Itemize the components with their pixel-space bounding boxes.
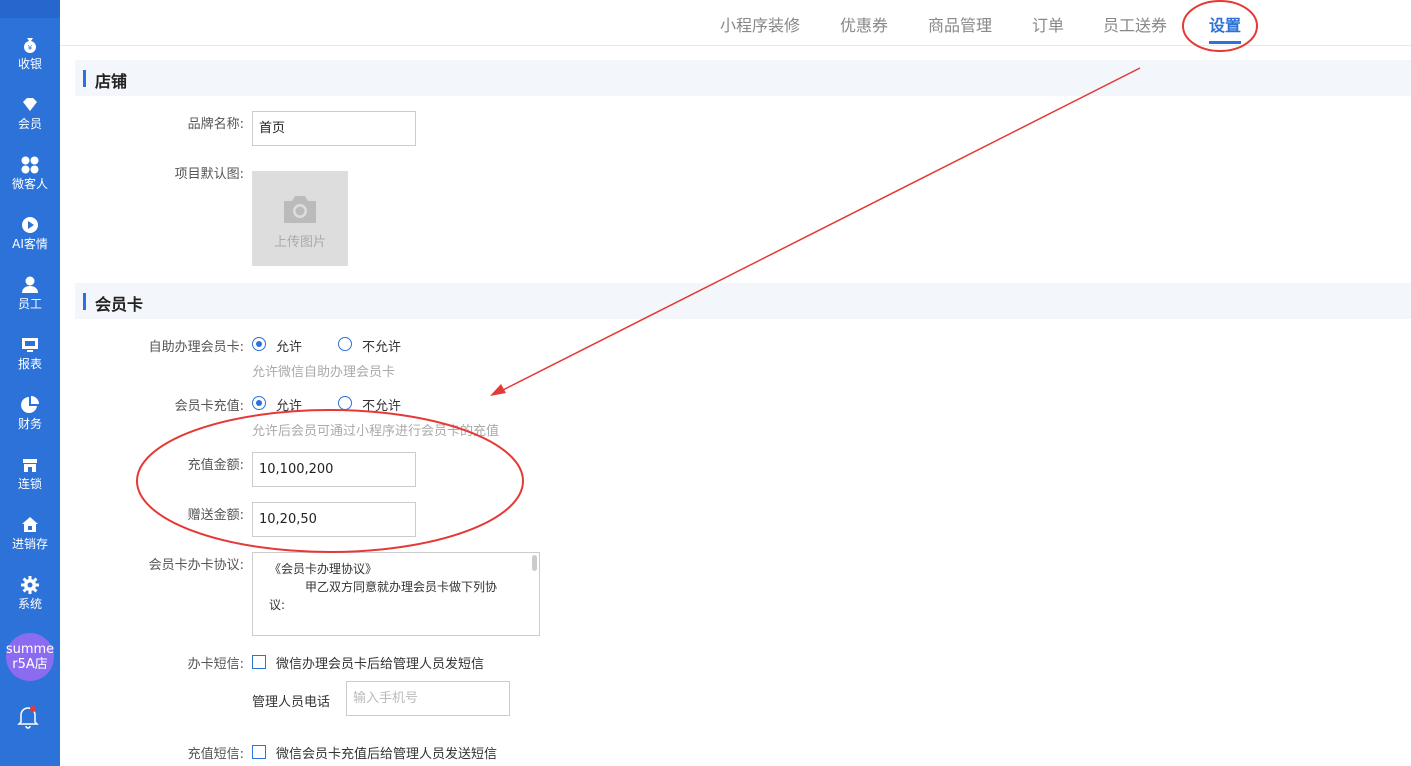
sidebar-item-chain[interactable]: 连锁	[0, 455, 60, 511]
sidebar-item-finance[interactable]: 财务	[0, 395, 60, 451]
brand-name-input[interactable]: 首页	[252, 111, 416, 146]
agreement-line: 议:	[269, 598, 286, 612]
camera-icon	[284, 196, 316, 223]
pie-chart-icon	[21, 396, 39, 413]
play-circle-icon	[22, 217, 38, 233]
grid-icon	[21, 156, 39, 174]
sidebar-item-inventory[interactable]: 进销存	[0, 515, 60, 571]
upload-image-text: 上传图片	[273, 235, 326, 250]
recharge-disallow-text[interactable]: 不允许	[362, 395, 401, 414]
section-accent-bar	[83, 293, 86, 310]
svg-text:¥: ¥	[28, 44, 33, 52]
sidebar-item-label: 进销存	[11, 537, 48, 551]
tab-settings[interactable]: 设置	[1209, 12, 1241, 36]
user-icon	[22, 276, 38, 293]
upload-image-button[interactable]: 上传图片	[252, 171, 348, 266]
bonus-amount-input[interactable]: 10,20,50	[252, 502, 416, 537]
self-apply-allow-text[interactable]: 允许	[276, 336, 302, 355]
agreement-textarea[interactable]: 《会员卡办理协议》 甲乙双方同意就办理会员卡做下列协 议:	[252, 552, 540, 636]
sidebar-item-label: 财务	[17, 417, 42, 431]
avatar-text-line2: r5A店	[12, 657, 48, 672]
sidebar-item-label: 连锁	[17, 477, 42, 491]
bell-icon[interactable]	[17, 705, 39, 729]
recharge-amount-label: 充值金额:	[187, 458, 244, 473]
sidebar: ¥ 收银 会员 微客人 AI客情 员工 报表 财务 连锁 进销存 系统 summ…	[0, 0, 60, 766]
brand-name-label: 品牌名称:	[187, 117, 244, 132]
home-icon	[22, 517, 38, 532]
agreement-line: 甲乙双方同意就办理会员卡做下列协	[305, 580, 498, 594]
recharge-sms-text[interactable]: 微信会员卡充值后给管理人员发送短信	[276, 743, 497, 762]
recharge-amount-input[interactable]: 10,100,200	[252, 452, 416, 487]
tab-staff-coupons[interactable]: 员工送券	[1103, 12, 1167, 36]
sidebar-item-staff[interactable]: 员工	[0, 275, 60, 331]
sidebar-item-label: 收银	[17, 57, 42, 71]
self-apply-disallow-radio[interactable]	[338, 337, 352, 351]
self-apply-hint: 允许微信自助办理会员卡	[252, 365, 396, 380]
recharge-disallow-radio[interactable]	[338, 396, 352, 410]
avatar-text-line1: summe	[5, 642, 55, 657]
sidebar-item-ai[interactable]: AI客情	[0, 215, 60, 271]
card-sms-label: 办卡短信:	[187, 657, 244, 672]
monitor-icon	[22, 338, 38, 352]
sidebar-item-report[interactable]: 报表	[0, 335, 60, 391]
manager-phone-label: 管理人员电话	[252, 695, 331, 710]
annotation-arrow-head	[490, 384, 506, 396]
section-header-member-card: 会员卡	[75, 283, 1411, 319]
top-tabs: 小程序装修 优惠券 商品管理 订单 员工送券 设置	[60, 0, 1411, 46]
recharge-sms-label: 充值短信:	[187, 747, 244, 762]
active-tab-underline	[1209, 41, 1241, 44]
tab-orders[interactable]: 订单	[1032, 12, 1064, 36]
card-sms-text[interactable]: 微信办理会员卡后给管理人员发短信	[276, 653, 484, 672]
agreement-line: 《会员卡办理协议》	[269, 562, 378, 576]
recharge-hint: 允许后会员可通过小程序进行会员卡的充值	[252, 424, 500, 439]
sidebar-top	[0, 0, 60, 18]
sidebar-item-label: AI客情	[12, 237, 48, 251]
sidebar-item-label: 系统	[17, 597, 42, 611]
store-icon	[23, 459, 37, 472]
gear-icon	[21, 576, 39, 594]
self-apply-label: 自助办理会员卡:	[148, 340, 244, 355]
avatar[interactable]: summe r5A店	[6, 633, 54, 681]
recharge-allow-radio[interactable]	[252, 396, 266, 410]
sidebar-item-label: 会员	[17, 117, 42, 131]
sidebar-item-label: 报表	[17, 357, 42, 371]
sidebar-item-system[interactable]: 系统	[0, 575, 60, 631]
diamond-icon	[23, 98, 37, 111]
sidebar-item-label: 员工	[17, 297, 42, 311]
annotation-arrow-line	[494, 67, 1141, 395]
sidebar-item-member[interactable]: 会员	[0, 95, 60, 151]
section-title-member-card: 会员卡	[95, 295, 144, 314]
money-bag-icon: ¥	[24, 38, 36, 53]
tab-coupons[interactable]: 优惠券	[840, 12, 888, 36]
sidebar-item-cashier[interactable]: ¥ 收银	[0, 35, 60, 91]
sidebar-item-customer[interactable]: 微客人	[0, 155, 60, 211]
section-header-store: 店铺	[75, 60, 1411, 96]
agreement-label: 会员卡办卡协议:	[148, 558, 244, 573]
self-apply-disallow-text[interactable]: 不允许	[362, 336, 401, 355]
default-image-label: 项目默认图:	[174, 167, 244, 182]
manager-phone-input[interactable]	[346, 681, 510, 716]
section-title-store: 店铺	[95, 72, 128, 91]
recharge-sms-checkbox[interactable]	[252, 745, 266, 759]
recharge-allow-text[interactable]: 允许	[276, 395, 302, 414]
tab-product-management[interactable]: 商品管理	[928, 12, 992, 36]
sidebar-item-label: 微客人	[11, 177, 48, 191]
self-apply-allow-radio[interactable]	[252, 337, 266, 351]
recharge-label: 会员卡充值:	[174, 399, 244, 414]
tab-miniprogram-decoration[interactable]: 小程序装修	[720, 12, 800, 36]
section-accent-bar	[83, 70, 86, 87]
bonus-amount-label: 赠送金额:	[187, 508, 244, 523]
agreement-scrollbar[interactable]	[532, 555, 537, 571]
card-sms-checkbox[interactable]	[252, 655, 266, 669]
